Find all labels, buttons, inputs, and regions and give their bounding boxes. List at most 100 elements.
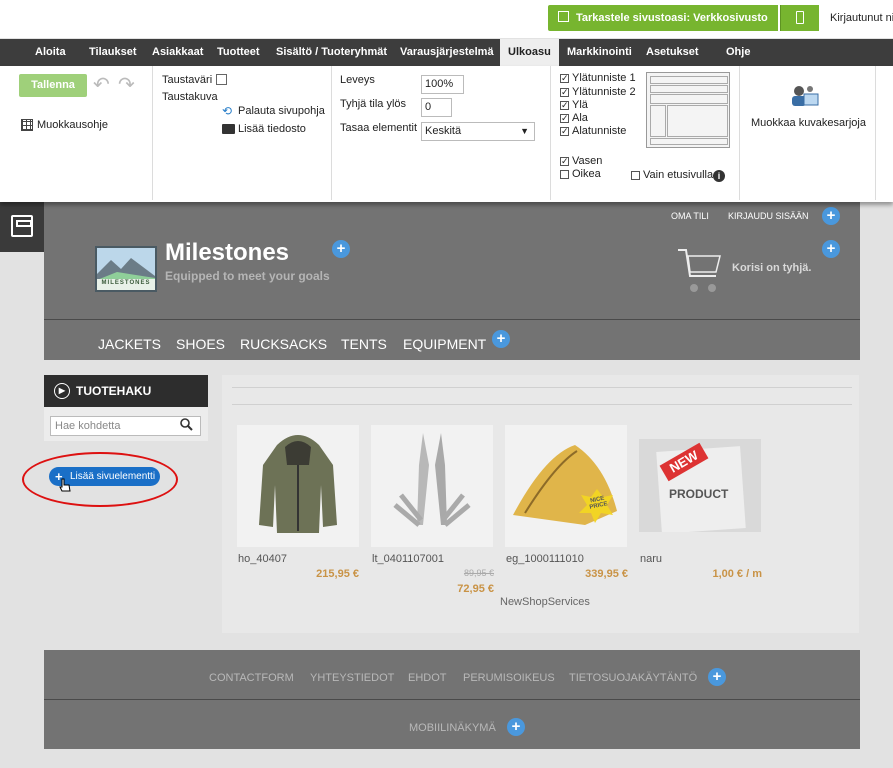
layout-help-link[interactable]: Muokkausohje [37, 119, 108, 131]
add-element-plus-icon[interactable]: + [507, 718, 525, 736]
nav-tents[interactable]: TENTS [341, 336, 387, 352]
add-file-link[interactable]: Lisää tiedosto [238, 123, 306, 135]
product-price: 1,00 € / m [712, 568, 762, 580]
footer-label: Alatunniste [572, 125, 627, 137]
left-checkbox[interactable]: ✓ [560, 157, 569, 166]
width-input[interactable]: 100% [421, 75, 464, 94]
search-icon[interactable] [180, 418, 193, 431]
menu-item-tuotteet[interactable]: Tuotteet [217, 39, 260, 66]
store-logo[interactable]: MILESTONES [95, 246, 157, 292]
product-old-price: 89,95 € [463, 568, 494, 578]
front-only-checkbox[interactable] [631, 171, 640, 180]
product-image-multitool[interactable] [371, 425, 493, 547]
menu-item-asiakkaat[interactable]: Asiakkaat [152, 39, 203, 66]
footer-link-yhteystiedot[interactable]: YHTEYSTIEDOT [310, 672, 394, 684]
play-icon: ▶ [54, 383, 70, 399]
product-price: 215,95 € [316, 568, 359, 580]
divider [232, 404, 852, 405]
add-element-plus-icon[interactable]: + [492, 330, 510, 348]
add-element-plus-icon[interactable]: + [822, 240, 840, 258]
footer-divider [44, 699, 860, 700]
menu-item-ulkoasu[interactable]: Ulkoasu [500, 39, 559, 66]
product-image-jacket[interactable] [237, 425, 359, 547]
product-price: 339,95 € [585, 568, 628, 580]
add-element-plus-icon[interactable]: + [708, 668, 726, 686]
footer-link-perumisoikeus[interactable]: PERUMISOIKEUS [463, 672, 555, 684]
footer-link-tietosuoja[interactable]: TIETOSUOJAKÄYTÄNTÖ [569, 672, 697, 684]
menu-item-asetukset[interactable]: Asetukset [646, 39, 699, 66]
menu-item-tilaukset[interactable]: Tilaukset [89, 39, 137, 66]
header1-checkbox[interactable]: ✓ [560, 74, 569, 83]
product-name[interactable]: lt_0401107001 [372, 553, 444, 565]
cart-icon[interactable] [676, 246, 722, 294]
mobile-preview-button[interactable] [780, 5, 819, 31]
product-image-new[interactable]: NEW PRODUCT [639, 439, 761, 532]
search-widget-header: ▶ TUOTEHAKU [44, 375, 208, 407]
main-menu: Aloita Tilaukset Asiakkaat Tuotteet Sisä… [0, 39, 893, 66]
menu-item-varausjarjestelma[interactable]: Varausjärjestelmä [400, 39, 494, 66]
bottom-label: Ala [572, 112, 588, 124]
layout-editor-toggle[interactable] [0, 202, 44, 252]
preview-site-label: Tarkastele sivustoasi: Verkkosivusto [576, 12, 768, 24]
info-icon[interactable]: i [713, 170, 725, 182]
add-element-plus-icon[interactable]: + [822, 207, 840, 225]
layout-icon [11, 215, 33, 237]
mobile-view-link[interactable]: MOBIILINÄKYMÄ [409, 722, 496, 734]
align-select[interactable]: Keskitä ▼ [421, 122, 535, 141]
preview-site-button[interactable]: Tarkastele sivustoasi: Verkkosivusto [548, 5, 778, 31]
layout-ribbon: Tallenna ↶ ↷ Muokkausohje Taustaväri Tau… [0, 66, 893, 202]
top-space-label: Tyhjä tila ylös [340, 98, 407, 110]
right-label: Oikea [572, 168, 601, 180]
edit-galleries-link[interactable]: Muokkaa kuvakesarjoja [751, 117, 866, 129]
product-name[interactable]: naru [640, 553, 662, 565]
nav-jackets[interactable]: JACKETS [98, 336, 161, 352]
product-name[interactable]: eg_1000111010 [506, 553, 584, 565]
top-checkbox[interactable]: ✓ [560, 101, 569, 110]
left-label: Vasen [572, 155, 603, 167]
add-element-plus-icon[interactable]: + [332, 240, 350, 258]
grid-icon [21, 119, 33, 131]
store-tagline: Equipped to meet your goals [165, 269, 330, 283]
add-page-element-label: Lisää sivuelementti [70, 471, 156, 482]
restore-template-link[interactable]: Palauta sivupohja [238, 105, 325, 117]
mobile-phone-icon [796, 11, 804, 24]
width-label: Leveys [340, 74, 375, 86]
nav-equipment[interactable]: EQUIPMENT [403, 336, 486, 352]
header2-checkbox[interactable]: ✓ [560, 88, 569, 97]
header2-label: Ylätunniste 2 [572, 86, 636, 98]
footer-link-ehdot[interactable]: EHDOT [408, 672, 447, 684]
redo-icon[interactable]: ↷ [118, 75, 138, 95]
chevron-down-icon: ▼ [520, 126, 529, 136]
product-name[interactable]: ho_40407 [238, 553, 287, 565]
save-button[interactable]: Tallenna [19, 74, 87, 97]
undo-icon[interactable]: ↶ [93, 75, 113, 95]
menu-item-markkinointi[interactable]: Markkinointi [567, 39, 632, 66]
product-image-tent[interactable]: NICE PRICE [505, 425, 627, 547]
menu-item-sisalto[interactable]: Sisältö / Tuoteryhmät [276, 39, 387, 66]
login-link[interactable]: KIRJAUDU SISÄÄN [728, 211, 809, 221]
footer-link-contactform[interactable]: CONTACTFORM [209, 672, 294, 684]
menu-item-aloita[interactable]: Aloita [35, 39, 66, 66]
nav-shoes[interactable]: SHOES [176, 336, 225, 352]
right-checkbox[interactable] [560, 170, 569, 179]
external-link-icon [558, 11, 569, 22]
account-link[interactable]: OMA TILI [671, 211, 709, 221]
store-name[interactable]: Milestones [165, 239, 289, 267]
top-space-input[interactable]: 0 [421, 98, 452, 117]
gallery-icon[interactable] [789, 82, 821, 110]
align-label: Tasaa elementit [340, 122, 418, 134]
footer-checkbox[interactable]: ✓ [560, 127, 569, 136]
header-divider [44, 319, 860, 320]
logged-in-text: Kirjautunut ni [830, 12, 893, 24]
menu-item-ohje[interactable]: Ohje [726, 39, 750, 66]
search-input[interactable]: Hae kohdetta [50, 416, 201, 436]
product-price: 72,95 € [457, 583, 494, 595]
color-swatch-icon[interactable] [216, 74, 227, 85]
cart-status: Korisi on tyhjä. [732, 262, 812, 274]
header1-label: Ylätunniste 1 [572, 72, 636, 84]
hand-cursor-icon [59, 478, 71, 492]
nav-rucksacks[interactable]: RUCKSACKS [240, 336, 327, 352]
bottom-checkbox[interactable]: ✓ [560, 114, 569, 123]
bg-image-label: Taustakuva [162, 91, 218, 103]
layout-preview-diagram [646, 72, 730, 148]
